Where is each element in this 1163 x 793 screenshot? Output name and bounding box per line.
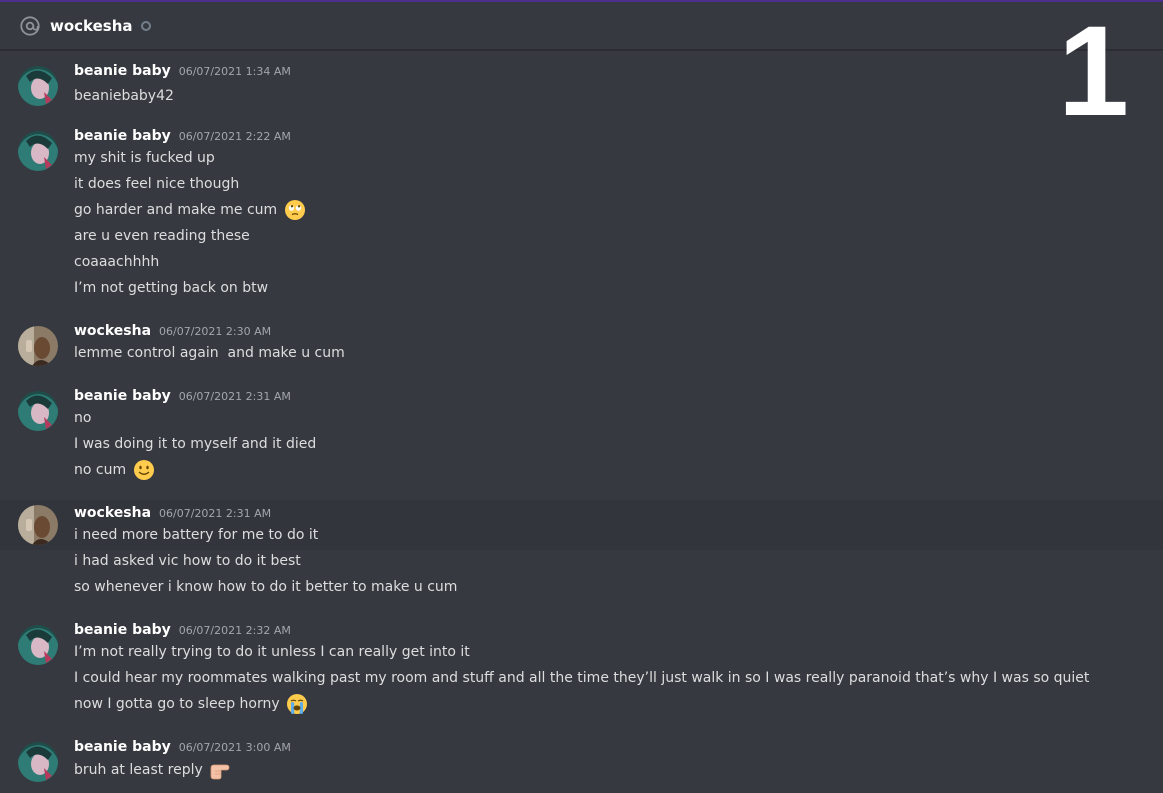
avatar-wockesha[interactable] — [18, 326, 58, 366]
message-group: beanie baby 06/07/2021 2:31 AM no I was … — [0, 388, 1163, 486]
message-timestamp: 06/07/2021 2:22 AM — [178, 130, 291, 143]
message-text: go harder and make me cum — [74, 199, 306, 221]
slightly-smiling-face-icon[interactable] — [133, 459, 155, 481]
message-text-content: no cum — [74, 462, 127, 478]
author-name[interactable]: beanie baby — [74, 63, 171, 79]
message-group: beanie baby 06/07/2021 3:00 AM bruh at l… — [0, 739, 1163, 789]
avatar-beanie-baby[interactable] — [18, 742, 58, 782]
message-text-content: go harder and make me cum — [74, 202, 278, 218]
message-text: I could hear my roommates walking past m… — [74, 670, 1090, 686]
message-header: wockesha 06/07/2021 2:30 AM — [74, 323, 271, 343]
message-group: wockesha 06/07/2021 2:30 AM lemme contro… — [0, 323, 1163, 371]
message-text-content: bruh at least reply — [74, 762, 203, 778]
message-text: I was doing it to myself and it died — [74, 436, 317, 452]
author-name[interactable]: wockesha — [74, 505, 151, 521]
avatar-beanie-baby[interactable] — [18, 131, 58, 171]
message-group: beanie baby 06/07/2021 2:22 AM my shit i… — [0, 128, 1163, 300]
avatar-beanie-baby[interactable] — [18, 66, 58, 106]
message-text: are u even reading these — [74, 228, 250, 244]
message-text: so whenever i know how to do it better t… — [74, 579, 458, 595]
channel-title[interactable]: wockesha — [50, 17, 133, 35]
message-header: beanie baby 06/07/2021 2:32 AM — [74, 622, 291, 642]
message-group: wockesha 06/07/2021 2:31 AM i need more … — [0, 500, 1163, 550]
message-text: it does feel nice though — [74, 176, 240, 192]
message-list[interactable]: beanie baby 06/07/2021 1:34 AM beaniebab… — [0, 50, 1163, 793]
message-text: coaaachhhh — [74, 254, 160, 270]
message-header: beanie baby 06/07/2021 2:22 AM — [74, 128, 291, 148]
author-name[interactable]: beanie baby — [74, 388, 171, 404]
message-timestamp: 06/07/2021 2:30 AM — [159, 325, 272, 338]
message-text: i need more battery for me to do it — [74, 527, 319, 543]
message-header: wockesha 06/07/2021 2:31 AM — [74, 505, 271, 525]
message-timestamp: 06/07/2021 2:31 AM — [178, 390, 291, 403]
author-name[interactable]: beanie baby — [74, 739, 171, 755]
avatar-beanie-baby[interactable] — [18, 625, 58, 665]
message-header: beanie baby 06/07/2021 3:00 AM — [74, 739, 291, 759]
message-header: beanie baby 06/07/2021 1:34 AM — [74, 63, 291, 83]
message-timestamp: 06/07/2021 3:00 AM — [178, 741, 291, 754]
message-timestamp: 06/07/2021 2:32 AM — [178, 624, 291, 637]
author-name[interactable]: beanie baby — [74, 622, 171, 638]
message-text: no — [74, 410, 92, 426]
message-group: beanie baby 06/07/2021 2:32 AM I’m not r… — [0, 622, 1163, 720]
channel-header: wockesha — [0, 0, 1163, 50]
message-text: i had asked vic how to do it best — [74, 553, 301, 569]
message-timestamp: 06/07/2021 1:34 AM — [178, 65, 291, 78]
author-name[interactable]: wockesha — [74, 323, 151, 339]
message-timestamp: 06/07/2021 2:31 AM — [159, 507, 272, 520]
message-text: now I gotta go to sleep horny — [74, 693, 308, 715]
offline-status-icon — [140, 20, 151, 31]
message-text: lemme control again and make u cum — [74, 345, 345, 361]
face-with-rolling-eyes-icon[interactable] — [284, 199, 306, 221]
message-text: no cum — [74, 459, 155, 481]
message-text-content: now I gotta go to sleep horny — [74, 696, 280, 712]
message-header: beanie baby 06/07/2021 2:31 AM — [74, 388, 291, 408]
loudly-crying-face-icon[interactable] — [286, 693, 308, 715]
avatar-wockesha[interactable] — [18, 505, 58, 545]
message-continuation: i had asked vic how to do it best so whe… — [0, 550, 1163, 602]
message-group: beanie baby 06/07/2021 1:34 AM beaniebab… — [0, 63, 1163, 111]
message-text: I’m not getting back on btw — [74, 280, 269, 296]
message-text: beaniebaby42 — [74, 88, 174, 104]
message-text: I’m not really trying to do it unless I … — [74, 644, 470, 660]
avatar-beanie-baby[interactable] — [18, 391, 58, 431]
at-sign-icon — [20, 15, 40, 36]
message-text: bruh at least reply — [74, 759, 231, 781]
backhand-index-pointing-right-icon[interactable] — [209, 759, 231, 781]
author-name[interactable]: beanie baby — [74, 128, 171, 144]
message-text: my shit is fucked up — [74, 150, 215, 166]
